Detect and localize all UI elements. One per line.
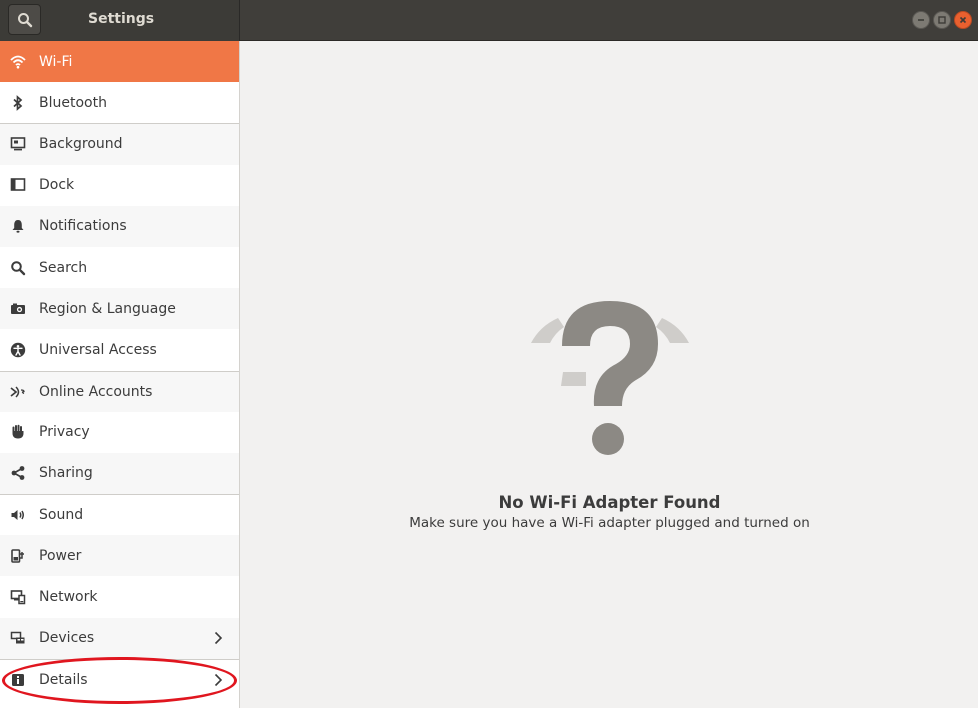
sidebar-item-label: Devices [39,630,95,647]
accessibility-icon [10,342,26,358]
sidebar-item-label: Background [39,136,123,153]
sidebar-item-label: Details [39,671,88,688]
camera-icon [10,301,26,317]
sidebar-item-label: Privacy [39,424,90,441]
bluetooth-icon [10,94,26,111]
maximize-button[interactable] [933,11,951,29]
search-button[interactable] [8,4,41,35]
sidebar-header: Settings [0,0,240,41]
devices-icon [10,630,26,646]
sidebar-item-label: Region & Language [39,300,176,317]
info-icon [10,672,26,688]
sidebar-item-sound[interactable]: Sound [0,494,239,535]
sidebar-item-online-accounts[interactable]: Online Accounts [0,370,239,412]
sidebar-item-label: Power [39,547,82,564]
question-mark-wifi-icon [531,301,689,455]
sidebar-item-bluetooth[interactable]: Bluetooth [0,82,239,123]
minimize-button[interactable] [912,11,930,29]
window-title: Settings [88,11,155,27]
sidebar-item-privacy[interactable]: Privacy [0,412,239,453]
search-icon [17,12,32,27]
sidebar-item-label: Universal Access [39,341,157,358]
share-icon [10,465,26,481]
bell-icon [10,218,26,234]
sidebar-item-label: Dock [39,177,75,194]
online-accounts-icon [10,384,26,400]
sidebar-item-label: Online Accounts [39,383,153,400]
main-panel: No Wi-Fi Adapter Found Make sure you hav… [241,41,978,708]
sidebar-item-label: Network [39,589,98,606]
header-bar: Settings [0,0,978,41]
speaker-icon [10,507,26,523]
sidebar-item-notifications[interactable]: Notifications [0,205,239,247]
maximize-icon [938,16,946,24]
sidebar-item-search[interactable]: Search [0,247,239,288]
hand-icon [10,424,26,440]
sidebar-item-universal-access[interactable]: Universal Access [0,329,239,370]
dock-icon [10,177,26,193]
sidebar-item-dock[interactable]: Dock [0,165,239,206]
sidebar-item-details[interactable]: Details [0,658,239,700]
sidebar-item-label: Sound [39,507,84,524]
sidebar-item-label: Notifications [39,218,127,235]
wifi-icon [10,54,26,70]
sidebar-item-wifi[interactable]: Wi-Fi [0,41,239,83]
search-icon [10,260,26,276]
chevron-right-icon [214,673,223,686]
chevron-right-icon [214,632,223,645]
sidebar-item-label: Bluetooth [39,94,107,111]
sidebar-item-devices[interactable]: Devices [0,617,239,659]
sidebar: Wi-Fi Bluetooth Background Dock Notifica… [0,41,240,708]
sidebar-item-sharing[interactable]: Sharing [0,452,239,495]
close-button[interactable] [954,11,972,29]
close-icon [959,16,967,24]
sidebar-item-network[interactable]: Network [0,576,239,617]
empty-state-title: No Wi-Fi Adapter Found [498,493,721,512]
sidebar-item-label: Wi-Fi [39,53,73,70]
network-icon [10,589,26,605]
background-icon [10,136,26,152]
power-plug-icon [10,548,26,564]
sidebar-item-region-language[interactable]: Region & Language [0,288,239,330]
window-controls [912,11,972,29]
empty-state-subtitle: Make sure you have a Wi-Fi adapter plugg… [409,515,810,531]
sidebar-item-label: Search [39,259,88,276]
sidebar-item-power[interactable]: Power [0,535,239,577]
sidebar-item-label: Sharing [39,465,93,482]
sidebar-item-background[interactable]: Background [0,123,239,165]
minimize-icon [918,19,924,21]
